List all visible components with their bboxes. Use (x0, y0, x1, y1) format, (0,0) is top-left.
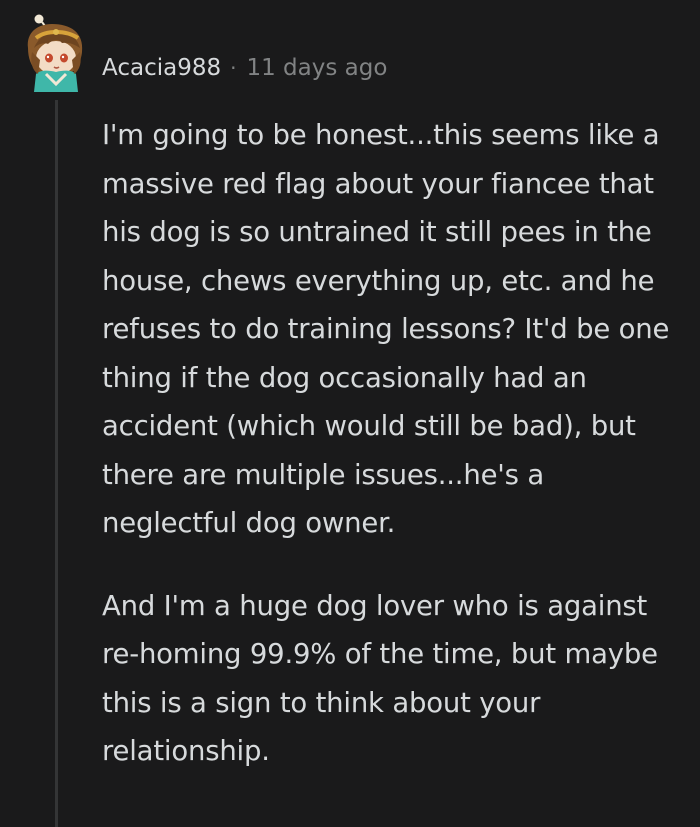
comment: Acacia988 · 11 days ago I'm going to be … (0, 0, 700, 827)
comment-paragraph: And I'm a huge dog lover who is against … (102, 589, 658, 768)
comment-body: I'm going to be honest...this seems like… (102, 111, 687, 776)
comment-paragraph: I'm going to be honest...this seems like… (102, 119, 670, 539)
user-avatar[interactable] (18, 12, 92, 102)
anime-character-avatar-icon (27, 14, 83, 92)
comment-header: Acacia988 · 11 days ago (102, 52, 387, 84)
thread-line[interactable] (55, 100, 58, 827)
timestamp[interactable]: 11 days ago (246, 55, 387, 81)
separator-dot: · (230, 56, 237, 80)
author-name[interactable]: Acacia988 (102, 55, 221, 81)
